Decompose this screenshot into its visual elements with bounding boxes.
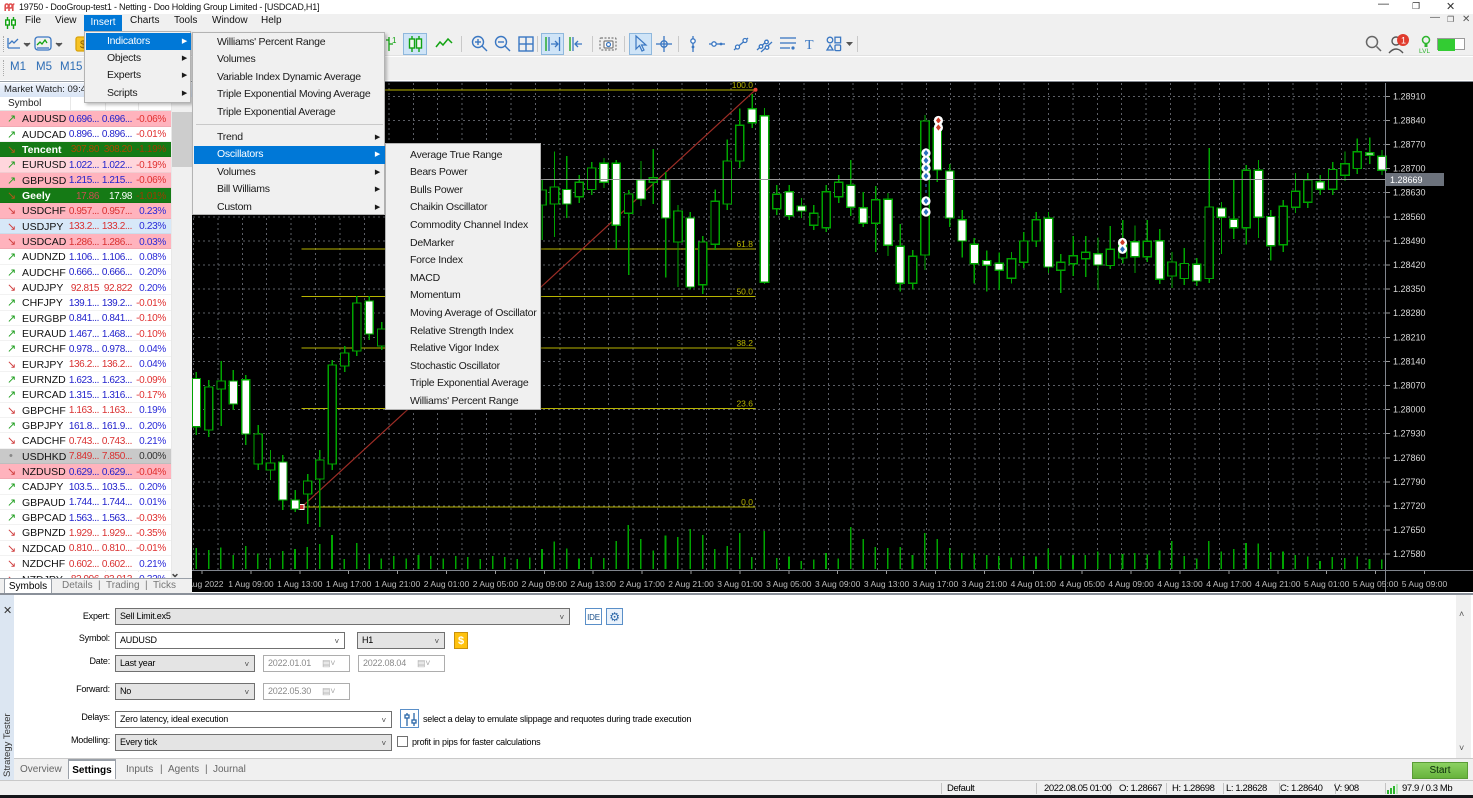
svg-text:1.28840: 1.28840 xyxy=(1393,115,1426,125)
svg-text:38.2: 38.2 xyxy=(736,338,753,348)
svg-text:3 Aug 17:00: 3 Aug 17:00 xyxy=(913,579,959,589)
svg-text:3 Aug 01:00: 3 Aug 01:00 xyxy=(717,579,763,589)
svg-text:1.28350: 1.28350 xyxy=(1393,284,1426,294)
svg-text:1.28210: 1.28210 xyxy=(1393,332,1426,342)
svg-text:LVL: LVL xyxy=(1419,48,1430,55)
svg-text:1.27930: 1.27930 xyxy=(1393,429,1426,439)
svg-text:1.28490: 1.28490 xyxy=(1393,236,1426,246)
svg-text:1.28560: 1.28560 xyxy=(1393,212,1426,222)
svg-text:1: 1 xyxy=(392,36,397,45)
svg-text:5 Aug 05:00: 5 Aug 05:00 xyxy=(1353,579,1399,589)
svg-text:5 Aug 01:00: 5 Aug 01:00 xyxy=(1304,579,1350,589)
svg-text:1.28420: 1.28420 xyxy=(1393,260,1426,270)
svg-text:1.27580: 1.27580 xyxy=(1393,549,1426,559)
svg-text:1.28669: 1.28669 xyxy=(1390,175,1423,185)
svg-text:1.28280: 1.28280 xyxy=(1393,308,1426,318)
svg-text:T: T xyxy=(805,38,814,53)
svg-text:4 Aug 05:00: 4 Aug 05:00 xyxy=(1060,579,1106,589)
svg-text:1.28910: 1.28910 xyxy=(1393,91,1426,101)
svg-text:4 Aug 21:00: 4 Aug 21:00 xyxy=(1255,579,1301,589)
svg-text:1 Aug 13:00: 1 Aug 13:00 xyxy=(277,579,323,589)
svg-text:1.28070: 1.28070 xyxy=(1393,381,1426,391)
svg-text:1.28140: 1.28140 xyxy=(1393,356,1426,366)
svg-text:1.28770: 1.28770 xyxy=(1393,140,1426,150)
svg-text:5 Aug 09:00: 5 Aug 09:00 xyxy=(1402,579,1448,589)
svg-text:1.27790: 1.27790 xyxy=(1393,477,1426,487)
svg-text:1.28700: 1.28700 xyxy=(1393,164,1426,174)
svg-text:2 Aug 09:00: 2 Aug 09:00 xyxy=(522,579,568,589)
svg-text:2 Aug 05:00: 2 Aug 05:00 xyxy=(473,579,519,589)
svg-text:1 Aug 09:00: 1 Aug 09:00 xyxy=(228,579,274,589)
svg-text:100.0: 100.0 xyxy=(732,81,754,90)
svg-text:2 Aug 13:00: 2 Aug 13:00 xyxy=(571,579,617,589)
svg-text:2 Aug 21:00: 2 Aug 21:00 xyxy=(668,579,714,589)
svg-text:3 Aug 21:00: 3 Aug 21:00 xyxy=(962,579,1008,589)
svg-text:4 Aug 13:00: 4 Aug 13:00 xyxy=(1157,579,1203,589)
svg-text:4 Aug 09:00: 4 Aug 09:00 xyxy=(1108,579,1154,589)
svg-text:1.28000: 1.28000 xyxy=(1393,405,1426,415)
svg-text:Strategy Tester: Strategy Tester xyxy=(2,713,13,777)
svg-text:23.6: 23.6 xyxy=(736,399,753,409)
svg-text:1.27860: 1.27860 xyxy=(1393,453,1426,463)
svg-text:1.28630: 1.28630 xyxy=(1393,188,1426,198)
svg-text:0.0: 0.0 xyxy=(741,497,753,507)
svg-text:3 Aug 13:00: 3 Aug 13:00 xyxy=(864,579,910,589)
svg-text:3 Aug 05:00: 3 Aug 05:00 xyxy=(766,579,812,589)
svg-text:61.8: 61.8 xyxy=(736,239,753,249)
svg-text:2 Aug 17:00: 2 Aug 17:00 xyxy=(619,579,665,589)
svg-text:4 Aug 01:00: 4 Aug 01:00 xyxy=(1011,579,1057,589)
svg-text:1.27650: 1.27650 xyxy=(1393,525,1426,535)
svg-text:1.27720: 1.27720 xyxy=(1393,501,1426,511)
svg-text:1 Aug 17:00: 1 Aug 17:00 xyxy=(326,579,372,589)
svg-text:3 Aug 09:00: 3 Aug 09:00 xyxy=(815,579,861,589)
svg-text:2 Aug 01:00: 2 Aug 01:00 xyxy=(424,579,470,589)
svg-text:4 Aug 17:00: 4 Aug 17:00 xyxy=(1206,579,1252,589)
svg-text:50.0: 50.0 xyxy=(736,287,753,297)
svg-text:1 Aug 21:00: 1 Aug 21:00 xyxy=(375,579,421,589)
svg-text:1: 1 xyxy=(1401,36,1406,46)
svg-text:1 Aug 2022: 1 Aug 2022 xyxy=(192,579,224,589)
